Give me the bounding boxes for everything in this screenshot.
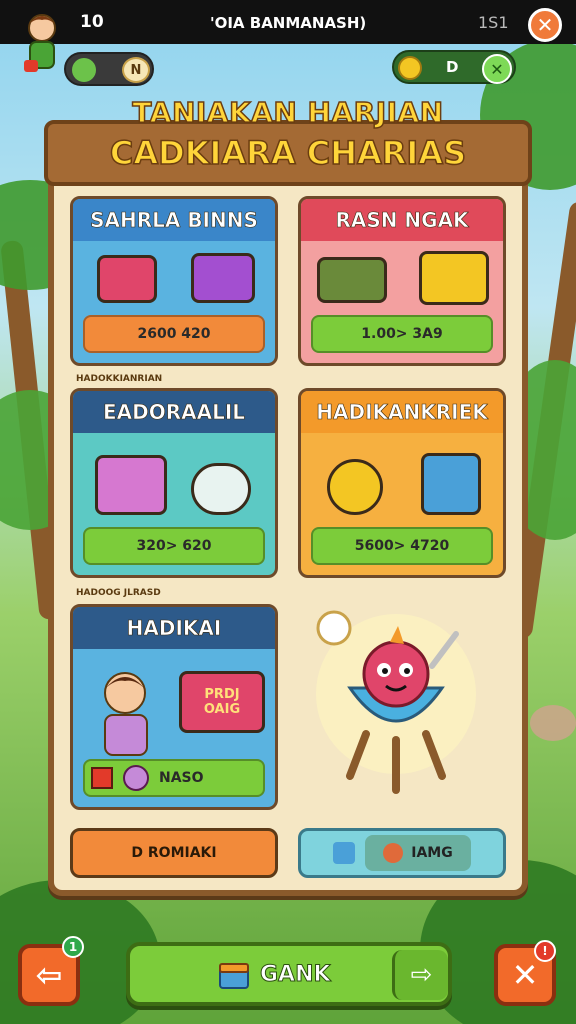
main-action-button[interactable]: GANK ⇨	[126, 942, 452, 1006]
toolbox-label-1: PRDJ	[204, 687, 240, 702]
notification-badge: 1	[62, 936, 84, 958]
main-action-label: GANK	[260, 962, 332, 988]
toolbox-icon: PRDJ OAIG	[179, 671, 265, 733]
toggle-knob	[72, 58, 96, 82]
level-number: 10	[80, 12, 104, 32]
counter-number: 1S1	[478, 13, 509, 32]
close-currency-icon[interactable]: ✕	[482, 54, 512, 84]
card-title: SAHRLA BINNS	[73, 199, 275, 241]
section-tag: HADOKKIANRIAN	[76, 374, 163, 384]
card-title: HADIKAI	[73, 607, 275, 649]
reward-card-1[interactable]: SAHRLA BINNS 2600 420	[70, 196, 278, 366]
toolbox-label-2: OAIG	[203, 702, 241, 717]
card-button-label: NASO	[159, 770, 204, 786]
card-title: RASN NGAK	[301, 199, 503, 241]
toggle-switch[interactable]: N	[64, 52, 154, 86]
currency-value: D	[446, 58, 459, 76]
card-title: EADORAALIL	[73, 391, 275, 433]
player-avatar[interactable]	[18, 8, 66, 78]
arrow-right-icon[interactable]: ⇨	[392, 950, 448, 1000]
crate-icon	[317, 257, 387, 303]
board-subtitle: CADKIARA CHARIAS	[109, 133, 467, 173]
left-action-button[interactable]: D ROMIAKI	[70, 828, 278, 878]
currency-counter: D ✕	[392, 50, 516, 84]
reward-card-5[interactable]: HADIKAI PRDJ OAIG NASO	[70, 604, 278, 810]
alert-badge: !	[534, 940, 556, 962]
left-action-label: D ROMIAKI	[131, 845, 217, 861]
right-action-inner: IAMG	[365, 835, 471, 871]
card-title: HADIKANKRIEK	[301, 391, 503, 433]
rock	[530, 705, 576, 741]
mascot-character	[316, 610, 476, 794]
right-action-button[interactable]: IAMG	[298, 828, 506, 878]
gear-wrench-icon	[327, 459, 383, 515]
card-claim-button[interactable]: 5600> 4720	[311, 527, 493, 565]
creature-icon	[383, 843, 404, 863]
screen-title: 'OIA BANMANASH)	[210, 14, 367, 32]
close-icon[interactable]: ✕	[528, 8, 562, 42]
board-title: TANIAKAN HARJIAN	[132, 95, 444, 130]
right-action-label: IAMG	[411, 845, 453, 861]
card-claim-button[interactable]: 320> 620	[83, 527, 265, 565]
card-claim-button[interactable]: 2600 420	[83, 315, 265, 353]
gift-box-icon	[97, 255, 157, 303]
gold-coin-icon	[398, 56, 422, 80]
appliance-icon	[421, 453, 481, 515]
arrow-left-icon: ⇦	[35, 956, 63, 994]
top-status-bar: 10 'OIA BANMANASH) 1S1	[0, 0, 576, 44]
section-tag: HADOOG JLRASD	[76, 588, 161, 598]
gift-box-icon	[419, 251, 489, 305]
machine-icon	[191, 253, 255, 303]
reward-card-4[interactable]: HADIKANKRIEK 5600> 4720	[298, 388, 506, 578]
card-claim-button[interactable]: 1.00> 3A9	[311, 315, 493, 353]
box-machine-icon	[95, 455, 167, 515]
worker-character-icon	[104, 672, 148, 756]
card-claim-button[interactable]: NASO	[83, 759, 265, 797]
roller-icon	[191, 463, 251, 515]
crate-icon	[219, 963, 249, 989]
robot-icon	[333, 842, 356, 864]
shield-icon	[123, 765, 149, 791]
coin-icon: N	[122, 57, 150, 83]
close-icon: ✕	[511, 956, 539, 994]
bag-icon	[91, 767, 113, 789]
reward-card-2[interactable]: RASN NGAK 1.00> 3A9	[298, 196, 506, 366]
reward-card-3[interactable]: EADORAALIL 320> 620	[70, 388, 278, 578]
